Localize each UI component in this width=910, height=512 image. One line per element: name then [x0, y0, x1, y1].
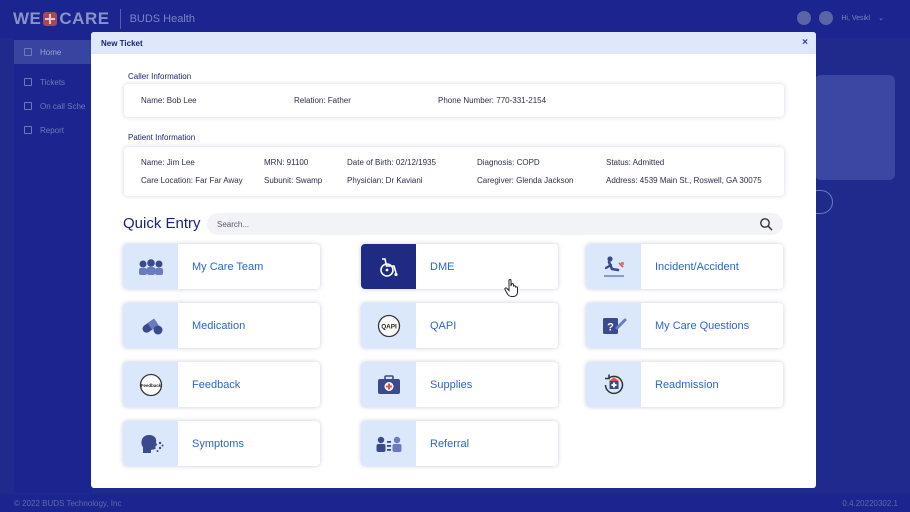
caller-name: Name: Bob Lee	[141, 96, 197, 105]
tile-label: DME	[430, 260, 455, 273]
qapi-icon: QAPI	[361, 303, 416, 348]
patient-status: Status: Admitted	[606, 158, 665, 167]
quick-entry-search[interactable]	[207, 213, 783, 235]
background-button	[815, 190, 833, 214]
qapi-icon-text: QAPI	[381, 323, 397, 330]
patient-address: Address: 4539 Main St., Roswell, GA 3007…	[606, 176, 762, 185]
patient-name: Name: Jim Lee	[141, 158, 195, 167]
sidebar-item-on-call[interactable]: On call Sche	[14, 94, 92, 118]
caller-relation: Relation: Father	[294, 96, 351, 105]
tile-label: My Care Team	[192, 260, 264, 273]
sidebar: Home Tickets On call Sche Report	[14, 38, 92, 493]
ticket-icon	[24, 78, 32, 86]
footer: © 2022 BUDS Technology, Inc 0.4.20220302…	[0, 494, 910, 512]
tile-my-care-team[interactable]: My Care Team	[123, 244, 320, 289]
tile-feedback[interactable]: Feedback Feedback	[123, 362, 320, 407]
search-icon[interactable]	[759, 217, 773, 231]
fall-icon	[586, 244, 641, 289]
patient-diagnosis: Diagnosis: COPD	[477, 158, 540, 167]
tile-label: Symptoms	[192, 437, 244, 450]
patient-physician: Physician: Dr Kaviani	[347, 176, 423, 185]
sidebar-item-label: Report	[40, 125, 65, 135]
tile-label: Supplies	[430, 378, 473, 391]
caller-info-card: Name: Bob Lee Relation: Father Phone Num…	[124, 84, 784, 117]
notification-icon[interactable]	[797, 11, 812, 25]
patient-subunit: Subunit: Swamp	[264, 176, 323, 185]
readmission-icon	[586, 362, 641, 407]
first-aid-kit-icon	[361, 362, 416, 407]
user-greeting[interactable]: Hi, Vesikl	[841, 15, 870, 22]
cough-icon	[123, 421, 178, 466]
tile-label: Readmission	[655, 378, 719, 391]
caller-info-label: Caller Information	[128, 72, 192, 81]
tile-label: QAPI	[430, 319, 457, 332]
caller-phone: Phone Number: 770-331-2154	[438, 96, 547, 105]
patient-dob: Date of Birth: 02/12/1935	[347, 158, 436, 167]
pill-icon	[123, 303, 178, 348]
medical-cross-icon	[43, 12, 58, 26]
quick-entry-title: Quick Entry	[123, 215, 201, 232]
oncall-icon	[24, 102, 32, 110]
tile-dme[interactable]: DME	[361, 244, 558, 289]
hand-pointer-icon	[503, 278, 521, 303]
modal-title: New Ticket	[101, 38, 143, 48]
tile-my-care-questions[interactable]: ? My Care Questions	[586, 303, 783, 348]
tile-readmission[interactable]: Readmission	[586, 362, 783, 407]
tile-label: Referral	[430, 437, 470, 450]
modal-header: New Ticket ×	[91, 32, 816, 54]
user-area[interactable]: Hi, Vesikl ⌄	[797, 11, 884, 25]
avatar[interactable]	[819, 11, 834, 25]
care-team-icon	[123, 244, 178, 289]
patient-info-card: Name: Jim Lee MRN: 91100 Date of Birth: …	[124, 147, 784, 196]
tile-medication[interactable]: Medication	[123, 303, 320, 348]
tile-label: Incident/Accident	[655, 260, 739, 273]
tile-label: Medication	[192, 319, 246, 332]
patient-care-location: Care Location: Far Far Away	[141, 176, 243, 185]
brand-divider	[119, 9, 121, 29]
brand-name: BUDS Health	[129, 13, 195, 25]
tile-incident-accident[interactable]: Incident/Accident	[586, 244, 783, 289]
sidebar-item-tickets[interactable]: Tickets	[14, 70, 92, 94]
referral-icon	[361, 421, 416, 466]
svg-text:?: ?	[607, 321, 614, 333]
app-logo[interactable]: WE CARE	[13, 9, 110, 29]
version: 0.4.20220302.1	[842, 498, 898, 508]
background-card	[815, 75, 895, 180]
tile-label: My Care Questions	[655, 319, 750, 332]
tile-supplies[interactable]: Supplies	[361, 362, 558, 407]
logo-text-care: CARE	[59, 9, 110, 28]
patient-caregiver: Caregiver: Glenda Jackson	[477, 176, 574, 185]
sidebar-item-label: Tickets	[40, 77, 66, 87]
tile-referral[interactable]: Referral	[361, 421, 558, 466]
feedback-icon: Feedback	[123, 362, 178, 407]
patient-info-label: Patient Information	[128, 133, 196, 142]
sidebar-item-label: On call Sche	[40, 101, 86, 111]
sidebar-item-label: Home	[40, 47, 62, 57]
feedback-icon-text: Feedback	[140, 383, 161, 388]
tile-symptoms[interactable]: Symptoms	[123, 421, 320, 466]
question-icon: ?	[586, 303, 641, 348]
report-icon	[24, 126, 32, 134]
sidebar-item-report[interactable]: Report	[14, 118, 92, 142]
home-icon	[24, 48, 32, 56]
search-input[interactable]	[217, 219, 759, 229]
sidebar-item-home[interactable]: Home	[14, 40, 92, 64]
new-ticket-modal: New Ticket × Caller Information Name: Bo…	[91, 32, 816, 488]
tile-qapi[interactable]: QAPI QAPI	[361, 303, 558, 348]
chevron-down-icon[interactable]: ⌄	[878, 14, 884, 22]
logo-text-we: WE	[13, 9, 42, 28]
close-icon[interactable]: ×	[802, 38, 808, 48]
copyright: © 2022 BUDS Technology, Inc	[14, 498, 122, 508]
wheelchair-icon	[361, 244, 416, 289]
tile-label: Feedback	[192, 378, 241, 391]
patient-mrn: MRN: 91100	[264, 158, 309, 167]
